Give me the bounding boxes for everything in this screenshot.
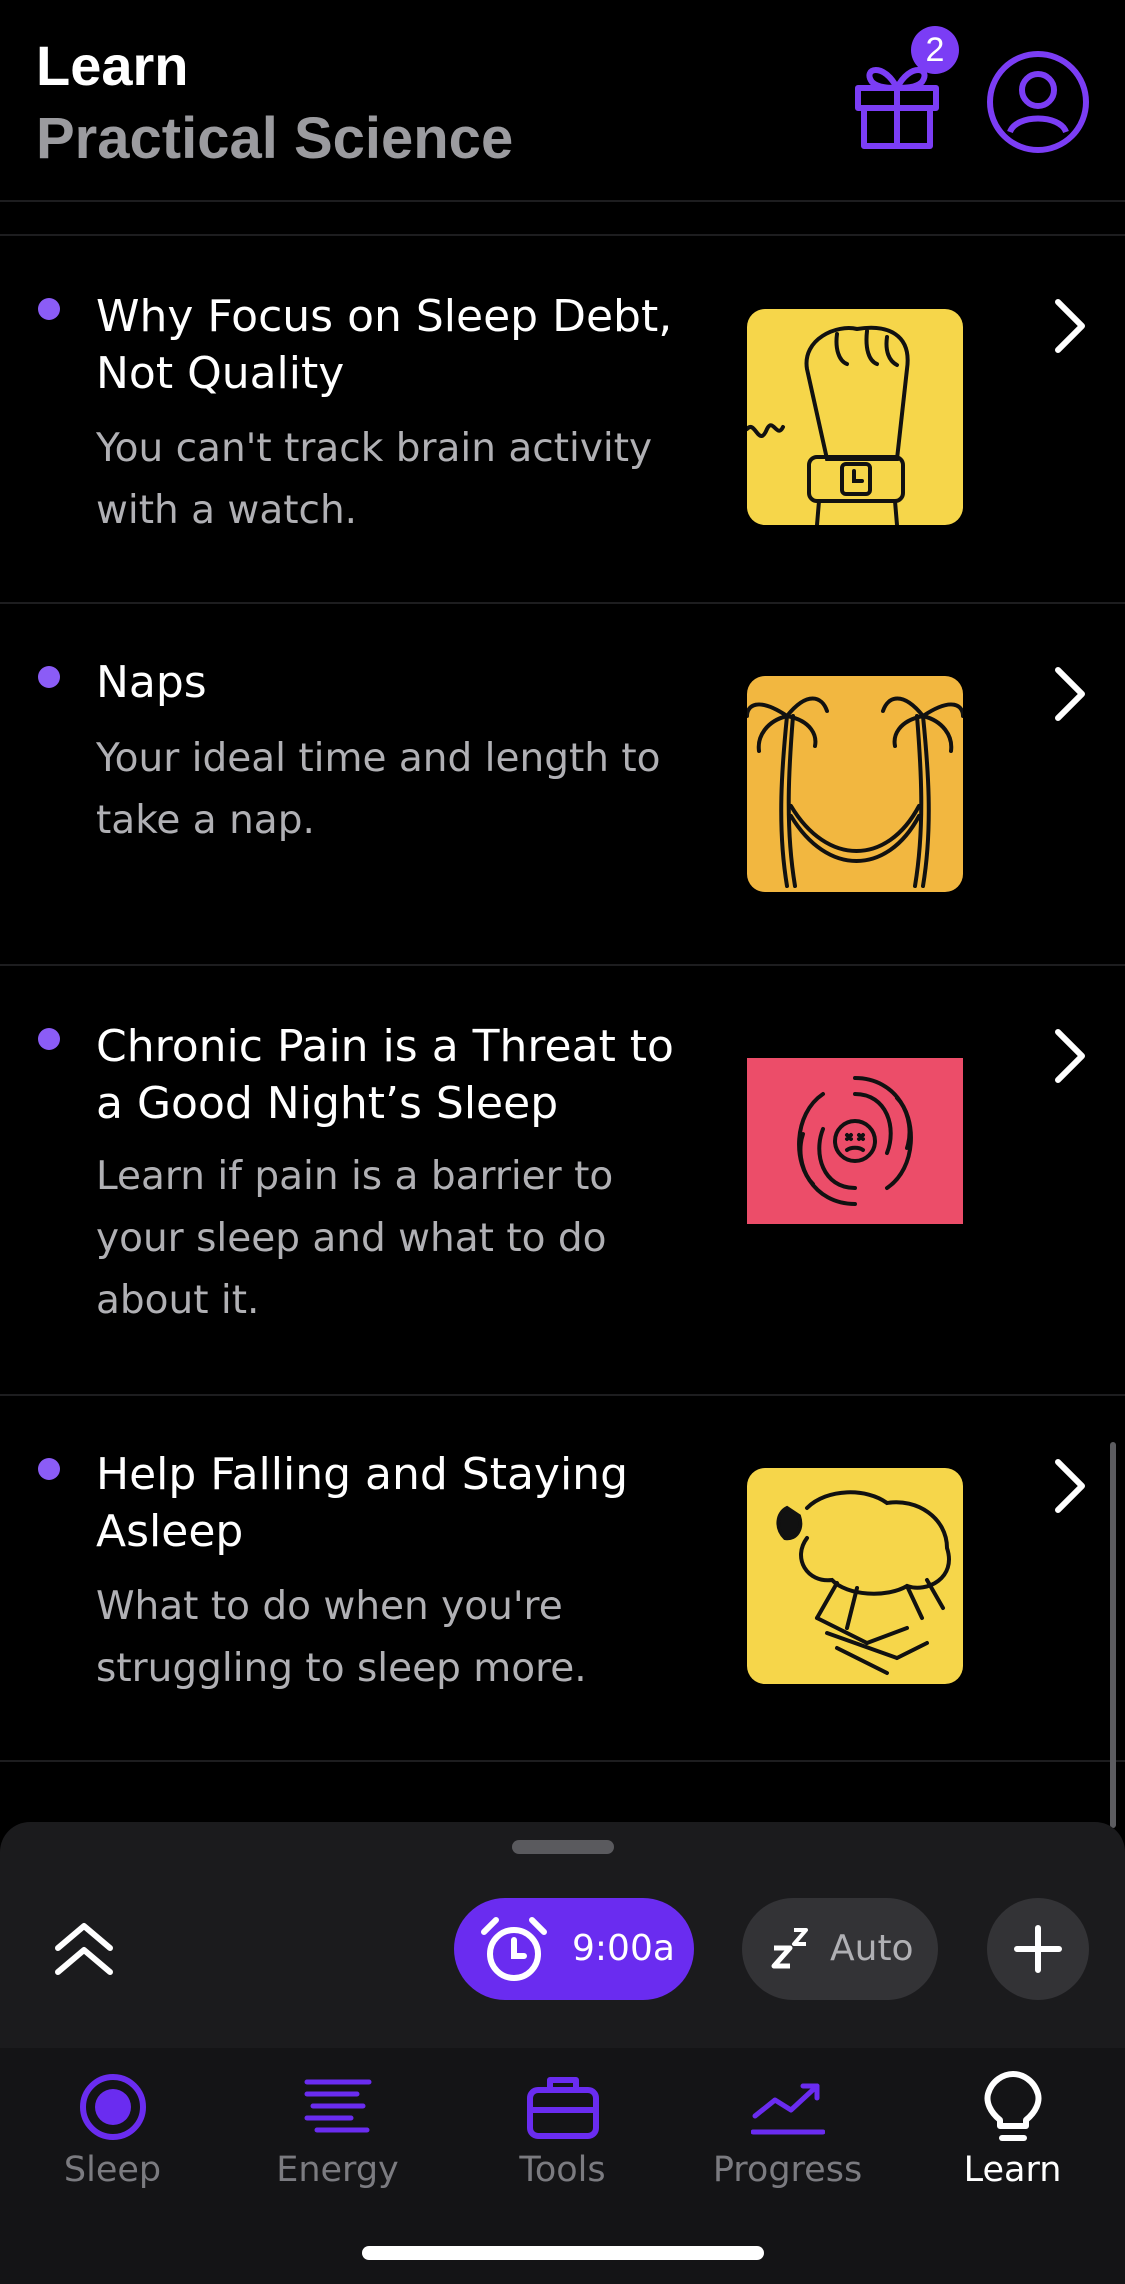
unread-dot [38, 666, 60, 688]
tab-learn[interactable]: Learn [900, 2070, 1125, 2200]
hammock-palm-trees-illustration [747, 676, 963, 892]
unread-dot [38, 298, 60, 320]
home-indicator[interactable] [362, 2246, 764, 2260]
tab-label: Learn [963, 2150, 1062, 2190]
tab-sleep[interactable]: Sleep [0, 2070, 225, 2200]
profile-icon[interactable] [986, 50, 1090, 154]
page-title: Learn [36, 34, 189, 97]
alarm-clock-icon [481, 1917, 547, 1981]
wrist-watch-illustration [747, 309, 963, 525]
article-description: What to do when you're struggling to sle… [96, 1584, 587, 1691]
sheet-grab-handle[interactable] [512, 1840, 614, 1854]
jumping-sheep-illustration [747, 1468, 963, 1684]
zzz-icon [771, 1928, 808, 1969]
article-title: Why Focus on Sleep Debt, Not Quality [96, 291, 673, 399]
pain-swirl-illustration [747, 1058, 963, 1224]
double-chevron-up-icon[interactable] [52, 1920, 116, 1978]
article-description: You can't track brain activity with a wa… [96, 426, 653, 533]
notification-badge: 2 [911, 26, 959, 74]
scrollbar[interactable] [1110, 1442, 1116, 1828]
tab-label: Energy [276, 2150, 399, 2190]
article-description: Learn if pain is a barrier to your sleep… [96, 1154, 614, 1323]
briefcase-icon [527, 2077, 599, 2139]
sleep-target-icon [80, 2074, 146, 2140]
tab-energy[interactable]: Energy [225, 2070, 450, 2200]
tab-progress[interactable]: Progress [675, 2070, 900, 2200]
sleep-mode-button[interactable]: Auto [742, 1898, 938, 2000]
app-header: Learn Practical Science 2 [0, 0, 1125, 202]
article-item-falling-asleep[interactable]: Help Falling and Staying Asleep What to … [0, 1394, 1125, 1762]
article-description: Your ideal time and length to take a nap… [96, 736, 661, 843]
article-item-naps[interactable]: Naps Your ideal time and length to take … [0, 602, 1125, 966]
chevron-right-icon[interactable] [1050, 1456, 1090, 1516]
article-title: Help Falling and Staying Asleep [96, 1449, 628, 1557]
alarm-time: 9:00a [572, 1928, 675, 1969]
plus-icon [1014, 1925, 1062, 1973]
unread-dot [38, 1458, 60, 1480]
tab-label: Progress [712, 2150, 863, 2190]
lightbulb-icon [984, 2071, 1042, 2141]
unread-dot [38, 1028, 60, 1050]
alarm-button[interactable]: 9:00a [454, 1898, 694, 2000]
energy-lines-icon [304, 2079, 372, 2133]
trend-line-icon [751, 2083, 825, 2135]
tab-label: Sleep [63, 2150, 162, 2190]
article-item-chronic-pain[interactable]: Chronic Pain is a Threat to a Good Night… [0, 964, 1125, 1396]
article-item-sleep-debt[interactable]: Why Focus on Sleep Debt, Not Quality You… [0, 236, 1125, 604]
add-button[interactable] [987, 1898, 1089, 2000]
chevron-right-icon[interactable] [1050, 1026, 1090, 1086]
article-title: Naps [96, 657, 207, 708]
sleep-mode-label: Auto [830, 1928, 914, 1969]
article-title: Chronic Pain is a Threat to a Good Night… [96, 1021, 674, 1129]
tab-label: Tools [519, 2150, 606, 2190]
section-subtitle: Practical Science [36, 106, 514, 171]
tab-tools[interactable]: Tools [450, 2070, 675, 2200]
chevron-right-icon[interactable] [1050, 296, 1090, 356]
chevron-right-icon[interactable] [1050, 664, 1090, 724]
